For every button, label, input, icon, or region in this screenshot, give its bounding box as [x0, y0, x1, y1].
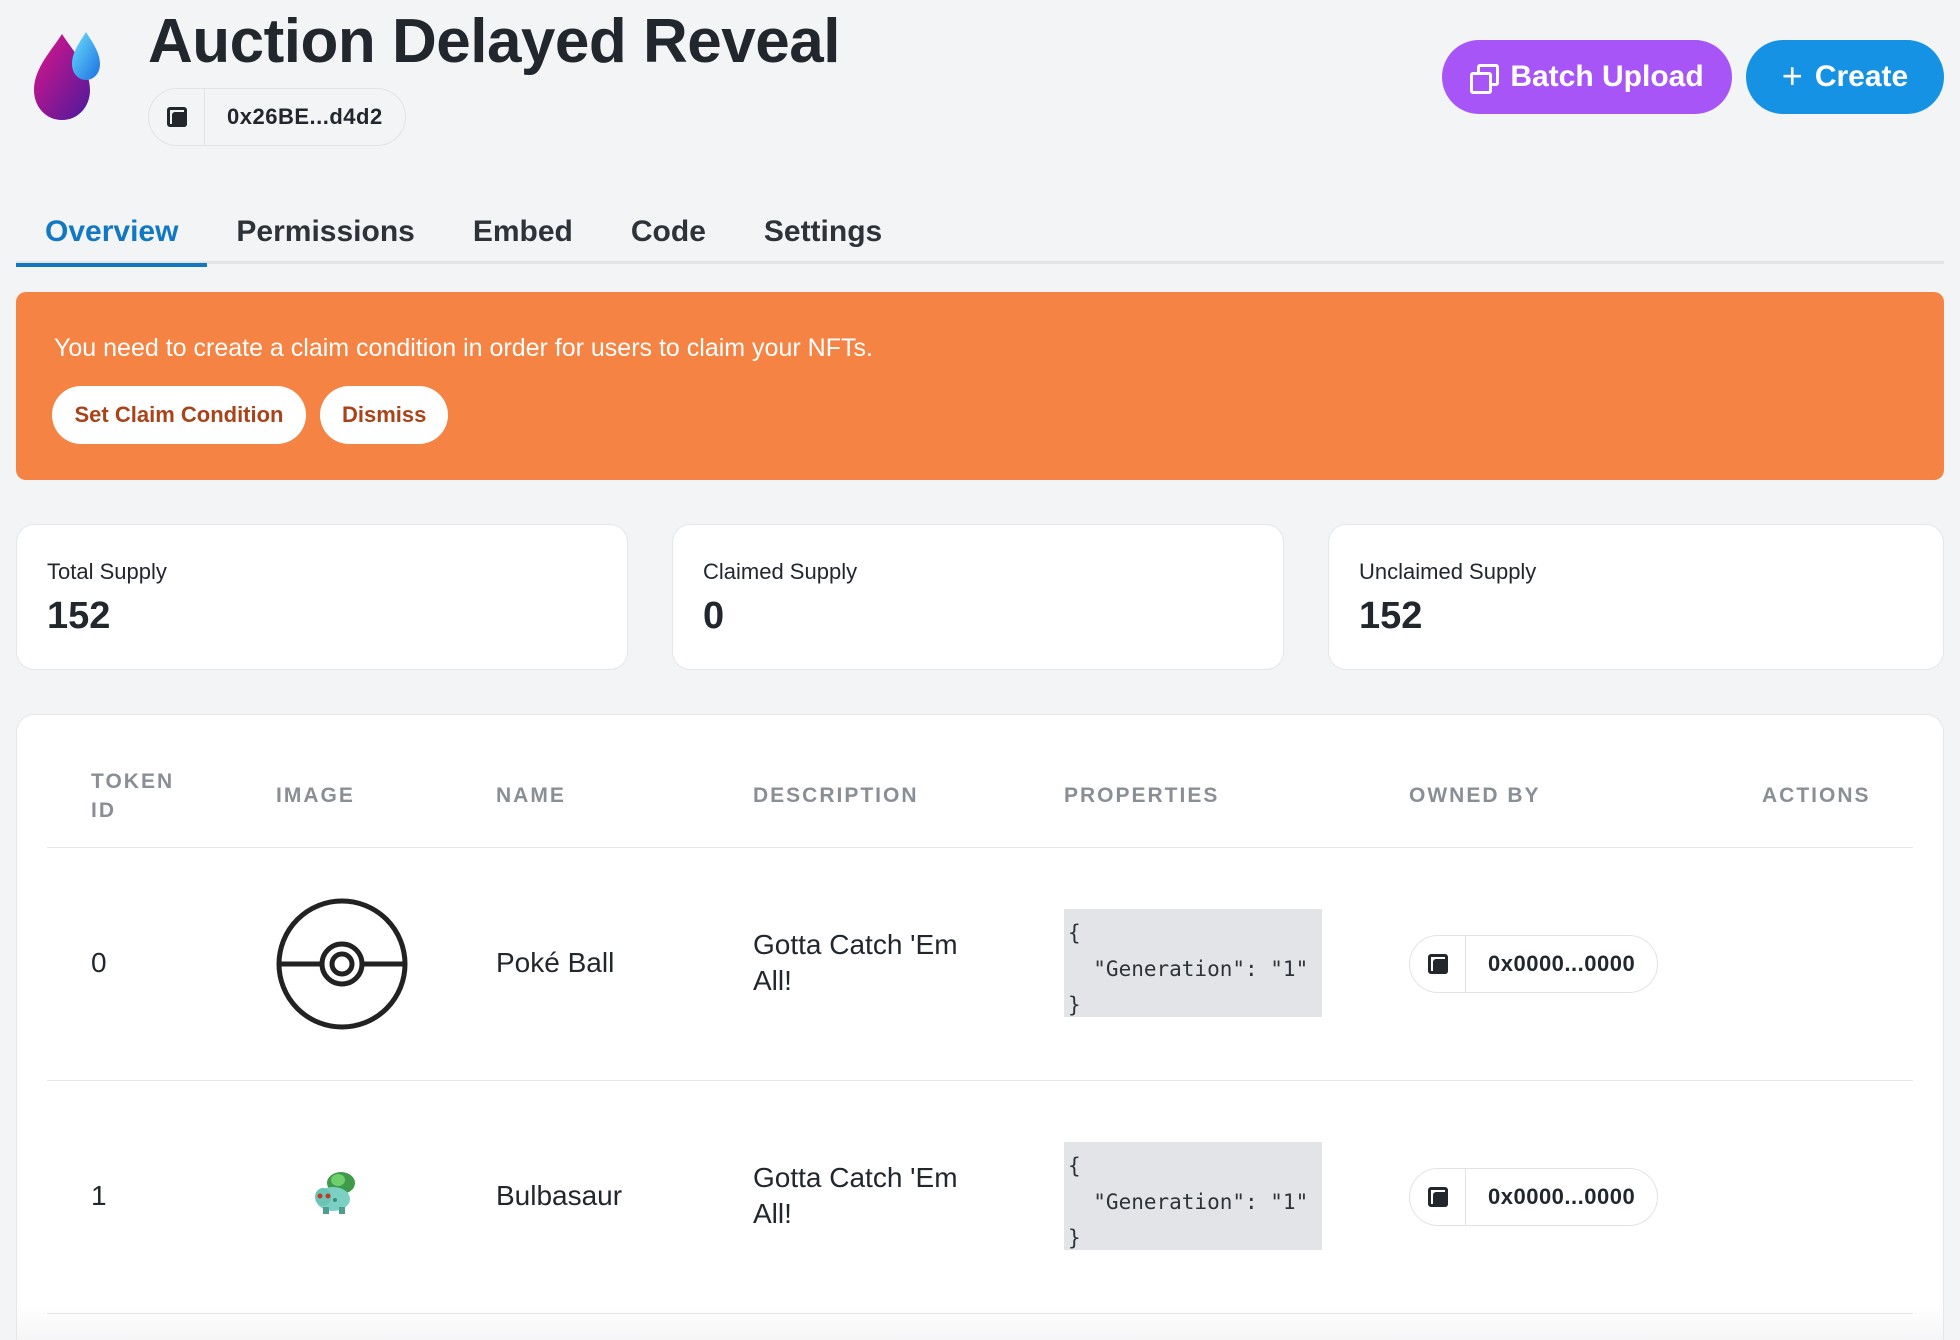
claim-condition-alert: You need to create a claim condition in … — [16, 292, 1944, 480]
batch-upload-button[interactable]: Batch Upload — [1442, 40, 1732, 114]
stat-label: Unclaimed Supply — [1359, 559, 1537, 584]
header-image[interactable]: IMAGE — [276, 781, 355, 810]
description-cell: Gotta Catch 'Em All! — [753, 927, 1013, 999]
header-description[interactable]: DESCRIPTION — [753, 781, 919, 810]
app-logo — [28, 28, 108, 124]
stat-unclaimed-supply: Unclaimed Supply 152 — [1328, 524, 1944, 670]
batch-upload-icon — [1470, 64, 1500, 94]
description-line1: Gotta Catch 'Em — [753, 929, 958, 960]
copy-icon — [166, 107, 187, 127]
owner-address-pill[interactable]: 0x0000...0000 — [1409, 935, 1659, 993]
owner-address: 0x0000...0000 — [1488, 1184, 1636, 1209]
token-id-cell: 0 — [91, 947, 107, 978]
stat-value: 0 — [703, 595, 725, 637]
stat-claimed-supply: Claimed Supply 0 — [672, 524, 1284, 670]
stat-value: 152 — [1359, 595, 1423, 637]
tab-settings[interactable]: Settings — [735, 208, 911, 264]
description-line1: Gotta Catch 'Em — [753, 1162, 958, 1193]
header-token-id-line1: TOKEN — [91, 770, 175, 793]
header-token-id-line2: ID — [91, 799, 116, 822]
properties-cell: { "Generation": "1" } — [1064, 1142, 1322, 1250]
bulbasaur-sprite — [311, 1167, 367, 1217]
create-label: Create — [1814, 60, 1909, 93]
header-properties[interactable]: PROPERTIES — [1064, 781, 1219, 810]
plus-icon: + — [1781, 54, 1803, 96]
copy-owner-button[interactable] — [1410, 1169, 1466, 1225]
copy-icon — [1427, 954, 1448, 974]
row-divider — [47, 847, 1913, 848]
tab-embed[interactable]: Embed — [444, 208, 602, 264]
page-title: Auction Delayed Reveal — [148, 7, 840, 76]
copy-address-button[interactable] — [149, 89, 205, 145]
token-id-cell: 1 — [91, 1180, 107, 1211]
scroll-fade — [17, 1303, 1943, 1340]
stat-label: Claimed Supply — [703, 559, 858, 584]
properties-cell: { "Generation": "1" } — [1064, 909, 1322, 1017]
description-cell: Gotta Catch 'Em All! — [753, 1160, 1013, 1232]
contract-address: 0x26BE...d4d2 — [227, 104, 383, 129]
row-divider — [47, 1080, 1913, 1081]
nft-table: TOKEN ID IMAGE NAME DESCRIPTION PROPERTI… — [16, 714, 1944, 1340]
copy-owner-button[interactable] — [1410, 936, 1466, 992]
name-cell: Poké Ball — [496, 947, 615, 978]
tab-permissions[interactable]: Permissions — [207, 208, 443, 264]
header-owned-by[interactable]: OWNED BY — [1409, 781, 1541, 810]
tab-code[interactable]: Code — [602, 208, 735, 264]
stat-label: Total Supply — [47, 559, 167, 584]
poke-ball-icon — [275, 897, 409, 1031]
alert-message: You need to create a claim condition in … — [54, 334, 873, 362]
description-line2: All! — [753, 965, 792, 996]
copy-icon — [1427, 1187, 1448, 1207]
dismiss-button[interactable]: Dismiss — [320, 386, 448, 444]
batch-upload-label: Batch Upload — [1510, 60, 1704, 93]
tab-overview[interactable]: Overview — [16, 208, 208, 267]
header-name[interactable]: NAME — [496, 781, 566, 810]
create-button[interactable]: + Create — [1746, 40, 1944, 114]
header-token-id[interactable]: TOKEN ID — [91, 767, 174, 825]
name-cell: Bulbasaur — [496, 1180, 623, 1211]
description-line2: All! — [753, 1198, 792, 1229]
owner-address-pill[interactable]: 0x0000...0000 — [1409, 1168, 1659, 1226]
set-claim-condition-button[interactable]: Set Claim Condition — [52, 386, 306, 444]
header-actions[interactable]: ACTIONS — [1762, 781, 1871, 810]
owner-address: 0x0000...0000 — [1488, 951, 1636, 976]
stat-total-supply: Total Supply 152 — [16, 524, 628, 670]
contract-address-pill[interactable]: 0x26BE...d4d2 — [148, 88, 406, 146]
tab-bar: Overview Permissions Embed Code Settings — [16, 208, 1944, 267]
stat-value: 152 — [47, 595, 111, 637]
